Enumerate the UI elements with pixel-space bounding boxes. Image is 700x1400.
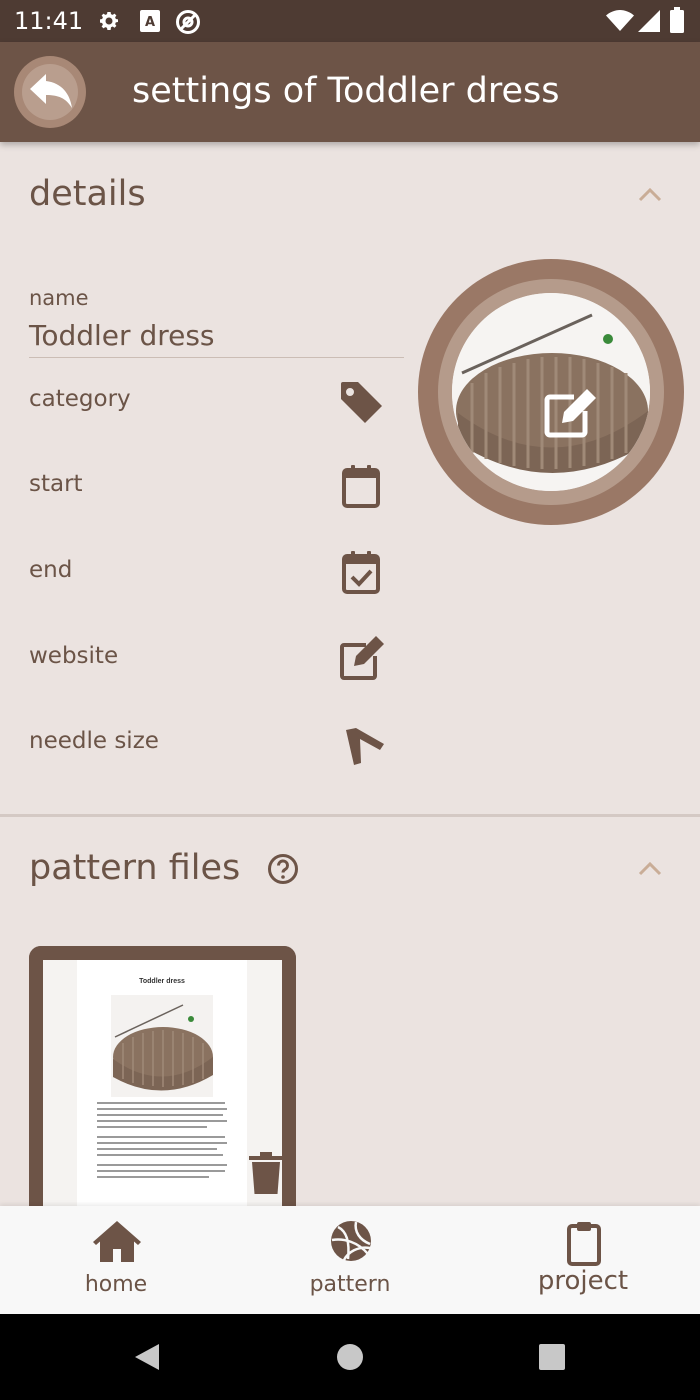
pattern-file-card[interactable]: Toddler dress [29,946,296,1208]
nav-project-label: project [537,1266,629,1296]
signal-icon [638,10,660,32]
nav-home[interactable]: home [26,1206,206,1314]
tag-icon[interactable] [336,377,386,427]
recents-square-icon[interactable] [538,1343,566,1371]
trash-icon[interactable] [247,1150,285,1196]
calendar-icon[interactable] [336,462,386,512]
category-label: category [29,386,131,412]
chevron-up-icon[interactable] [636,184,664,204]
needle-size-label: needle size [29,728,159,754]
home-circle-icon[interactable] [336,1343,364,1371]
name-field-underline [29,357,404,358]
app-bar: settings of Toddler dress [0,42,700,142]
nav-pattern-label: pattern [309,1272,391,1297]
system-navigation-bar [0,1314,700,1400]
gear-icon [100,12,118,30]
at-sign-icon [176,10,200,34]
a-box-icon: A [140,10,160,32]
bottom-navigation: home pattern project [0,1206,700,1314]
nav-pattern[interactable]: pattern [260,1206,440,1314]
pattern-files-section-title: pattern files [29,848,241,888]
nav-project[interactable]: project [493,1206,673,1314]
home-icon [93,1221,141,1262]
pattern-file-preview: Toddler dress [77,960,247,1208]
nav-home-label: home [84,1272,148,1297]
end-label: end [29,557,73,583]
status-time: 11:41 [14,7,84,35]
status-bar: 11:41 A [0,0,700,42]
svg-text:A: A [145,15,155,30]
section-divider [0,814,700,817]
project-photo[interactable] [418,259,684,525]
battery-icon [670,7,684,33]
clipboard-icon [567,1222,601,1266]
question-circle-icon[interactable] [267,853,299,885]
edit-photo-icon[interactable] [540,387,600,443]
reply-arrow-icon [30,74,72,108]
calendar-check-icon[interactable] [336,548,386,598]
back-button[interactable] [14,56,86,128]
details-section-title: details [29,174,146,214]
page-title: settings of Toddler dress [132,71,560,111]
website-label: website [29,643,119,669]
start-label: start [29,471,83,497]
needle-icon[interactable] [336,722,386,772]
yarn-ball-icon [331,1221,371,1261]
wifi-icon [606,10,634,31]
pattern-file-photo [111,995,213,1097]
chevron-up-icon[interactable] [636,858,664,878]
edit-square-icon[interactable] [336,634,386,684]
back-triangle-icon[interactable] [133,1342,161,1372]
pattern-file-title: Toddler dress [139,978,185,985]
name-label: name [29,286,89,310]
name-field[interactable]: Toddler dress [29,319,215,352]
